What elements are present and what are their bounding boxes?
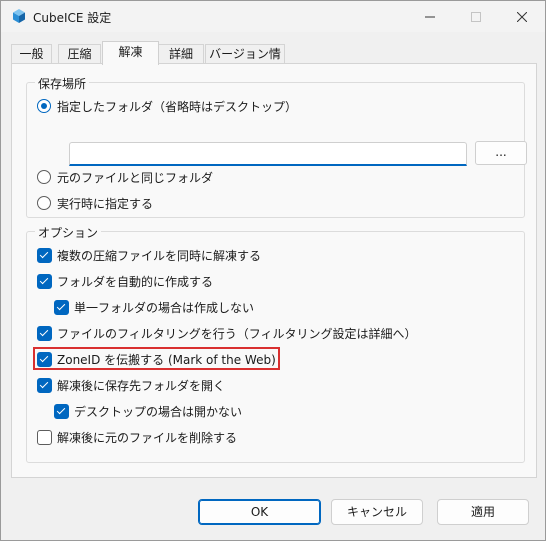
radio-ask-at-runtime-label: 実行時に指定する (57, 197, 154, 211)
cancel-button[interactable]: キャンセル (331, 499, 423, 525)
tab-panel: 保存場所 指定したフォルダ（省略時はデスクトップ） ... 元のファイルと同じフ… (11, 63, 537, 478)
zone-id-highlight-box (33, 347, 280, 370)
checkbox-skip-single-folder[interactable] (54, 300, 69, 315)
checkbox-filtering-label: ファイルのフィルタリングを行う（フィルタリング設定は詳細へ） (57, 327, 417, 341)
window-title: CubeICE 設定 (33, 11, 112, 25)
close-icon (517, 11, 527, 22)
radio-same-folder-label: 元のファイルと同じフォルダ (57, 171, 214, 185)
checkbox-open-folder[interactable] (37, 378, 52, 393)
tab-version[interactable]: バージョン情報 (205, 44, 285, 80)
tab-decompress[interactable]: 解凍 (102, 41, 159, 65)
radio-ask-at-runtime[interactable] (37, 196, 51, 210)
checkbox-filtering[interactable] (37, 326, 52, 341)
checkbox-open-folder-label: 解凍後に保存先フォルダを開く (57, 379, 226, 393)
cube-app-icon (13, 9, 25, 23)
folder-path-input[interactable] (69, 142, 467, 166)
minimize-icon (425, 16, 435, 17)
close-button[interactable] (499, 1, 545, 32)
checkbox-auto-create-folder[interactable] (37, 274, 52, 289)
title-bar: CubeICE 設定 (1, 1, 545, 32)
save-location-group: 保存場所 指定したフォルダ（省略時はデスクトップ） ... 元のファイルと同じフ… (26, 75, 527, 218)
minimize-button[interactable] (407, 1, 453, 32)
maximize-icon (471, 11, 481, 22)
checkbox-skip-single-folder-label: 単一フォルダの場合は作成しない (74, 301, 255, 315)
apply-button[interactable]: 適用 (437, 499, 529, 525)
radio-same-folder[interactable] (37, 170, 51, 184)
checkbox-multi-decompress-label: 複数の圧縮ファイルを同時に解凍する (57, 249, 262, 263)
maximize-button[interactable] (453, 1, 499, 32)
radio-specified-folder[interactable] (37, 99, 51, 113)
browse-button[interactable]: ... (475, 141, 527, 165)
tab-general[interactable]: 一般 (11, 44, 52, 64)
checkbox-auto-create-folder-label: フォルダを自動的に作成する (57, 275, 214, 289)
checkbox-multi-decompress[interactable] (37, 248, 52, 263)
tab-compress[interactable]: 圧縮 (58, 44, 101, 64)
checkbox-skip-desktop[interactable] (54, 404, 69, 419)
ok-button[interactable]: OK (198, 499, 321, 525)
save-location-label: 保存場所 (35, 75, 90, 92)
checkbox-delete-source[interactable] (37, 430, 52, 445)
tab-details[interactable]: 詳細 (158, 44, 204, 64)
radio-specified-folder-label: 指定したフォルダ（省略時はデスクトップ） (57, 100, 298, 114)
checkbox-delete-source-label: 解凍後に元のファイルを削除する (57, 431, 238, 445)
settings-window: CubeICE 設定 一般 圧縮 解凍 詳細 バージョン情報 保存場所 指定した… (0, 0, 546, 541)
options-label: オプション (35, 224, 102, 241)
checkbox-skip-desktop-label: デスクトップの場合は開かない (74, 405, 243, 419)
